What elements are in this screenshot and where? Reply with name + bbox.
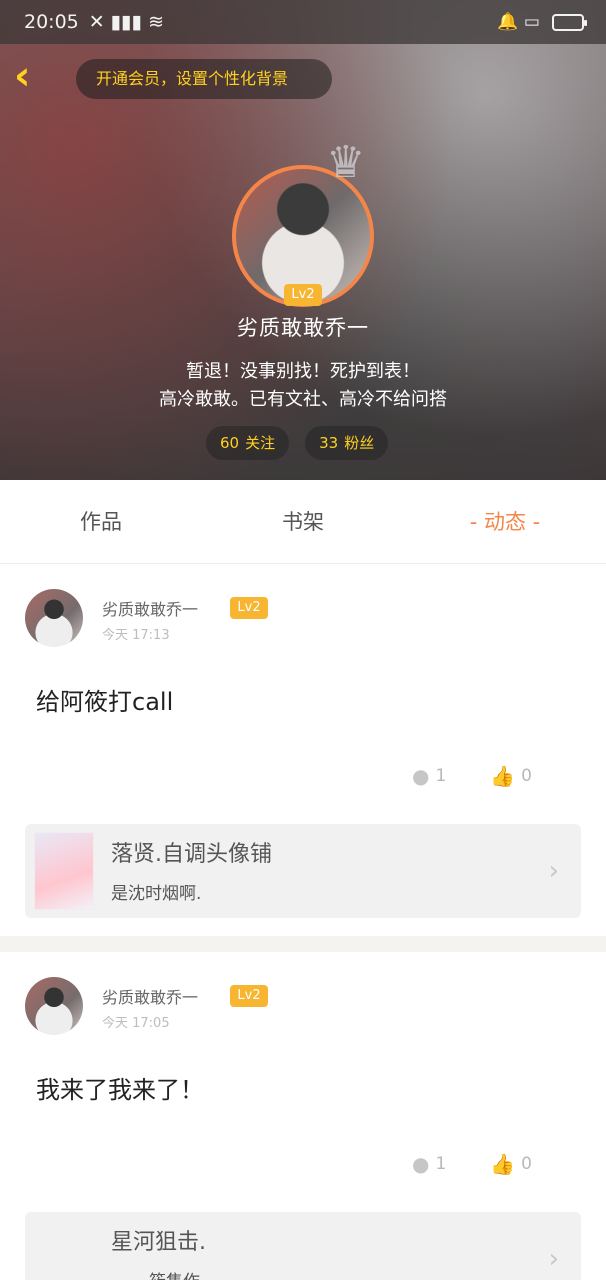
tab-activity[interactable]: - 动态 -: [404, 480, 606, 563]
shared-item-subtitle: 是沈时烟啊.: [111, 884, 202, 904]
profile-tabs: 作品 书架 - 动态 -: [0, 480, 606, 564]
profile-bio: 暂退！没事别找！死护到表！ 高冷敢敢。已有文社、高冷不给问搭: [0, 358, 606, 414]
profile-header: 20:05 ✕ ▮▮▮ ≋ 🔔 ▭ ‹ 开通会员，设置个性化背景 ♛ Lv2 劣…: [0, 0, 606, 480]
comment-count: 1: [435, 1154, 447, 1174]
chevron-right-icon: ›: [548, 856, 559, 886]
post-author-name[interactable]: 劣质敢敢乔一: [102, 984, 198, 1008]
status-time: 20:05: [24, 11, 79, 33]
comment-count: 1: [435, 766, 447, 786]
feed-post: 劣质敢敢乔一 Lv2 今天 17:05 我来了我来了！ ● 1 👍 0 星河狙击…: [0, 952, 606, 1280]
post-author-avatar[interactable]: [25, 589, 83, 647]
shared-item-thumbnail: [34, 832, 94, 910]
shared-item-subtitle: 筱隽作: [149, 1267, 200, 1280]
status-bar: 20:05 ✕ ▮▮▮ ≋ 🔔 ▭: [0, 0, 606, 44]
battery-icon: [552, 13, 587, 31]
back-button[interactable]: ‹: [14, 56, 50, 100]
comment-button[interactable]: ● 1: [412, 764, 446, 788]
bio-line-1: 暂退！没事别找！死护到表！: [186, 361, 420, 382]
post-actions: ● 1 👍 0: [412, 764, 532, 788]
comment-icon: ●: [411, 764, 430, 788]
followers-count: 33: [319, 434, 339, 452]
like-button[interactable]: 👍 0: [490, 1152, 532, 1176]
like-count: 0: [521, 1154, 532, 1174]
post-actions: ● 1 👍 0: [412, 1152, 532, 1176]
bio-line-2: 高冷敢敢。已有文社、高冷不给问搭: [159, 389, 447, 410]
followers-button[interactable]: 33 粉丝: [305, 426, 389, 460]
comment-icon: ●: [411, 1152, 430, 1176]
tab-works[interactable]: 作品: [0, 480, 202, 563]
chevron-right-icon: ›: [548, 1244, 559, 1274]
post-level-badge: Lv2: [230, 985, 268, 1007]
post-level-badge: Lv2: [230, 597, 268, 619]
following-count: 60: [220, 434, 240, 452]
chevron-left-icon: ‹: [14, 53, 31, 99]
followers-label: 粉丝: [344, 434, 375, 452]
shared-item-title: 星河狙击.: [111, 1230, 206, 1255]
shared-item-card[interactable]: 落贤.自调头像铺 是沈时烟啊. ›: [25, 824, 581, 918]
post-time: 今天 17:13: [102, 628, 170, 643]
tab-bookshelf[interactable]: 书架: [202, 480, 404, 563]
comment-button[interactable]: ● 1: [412, 1152, 446, 1176]
following-button[interactable]: 60 关注: [206, 426, 290, 460]
feed-post: 劣质敢敢乔一 Lv2 今天 17:13 给阿筱打call ● 1 👍 0 落贤.…: [0, 564, 606, 936]
network-icon: ✕ ▮▮▮ ≋: [88, 11, 165, 33]
notification-icons: 🔔 ▭: [497, 12, 540, 32]
thumbs-up-icon: 👍: [490, 764, 516, 788]
post-time: 今天 17:05: [102, 1016, 170, 1031]
thumbs-up-icon: 👍: [490, 1152, 516, 1176]
like-button[interactable]: 👍 0: [490, 764, 532, 788]
following-label: 关注: [245, 434, 276, 452]
level-badge: Lv2: [284, 284, 322, 306]
post-content: 我来了我来了！: [36, 1076, 204, 1104]
post-divider: [0, 936, 606, 952]
vip-background-prompt[interactable]: 开通会员，设置个性化背景: [76, 59, 332, 99]
post-author-avatar[interactable]: [25, 977, 83, 1035]
shared-item-card[interactable]: 星河狙击. 筱隽作 ›: [25, 1212, 581, 1280]
crown-icon: ♛: [326, 137, 366, 188]
profile-username: 劣质敢敢乔一: [237, 316, 369, 340]
shared-item-title: 落贤.自调头像铺: [111, 842, 272, 867]
like-count: 0: [521, 766, 532, 786]
post-author-name[interactable]: 劣质敢敢乔一: [102, 596, 198, 620]
follow-stats: 60 关注 33 粉丝: [206, 426, 389, 460]
post-content: 给阿筱打call: [36, 688, 174, 716]
